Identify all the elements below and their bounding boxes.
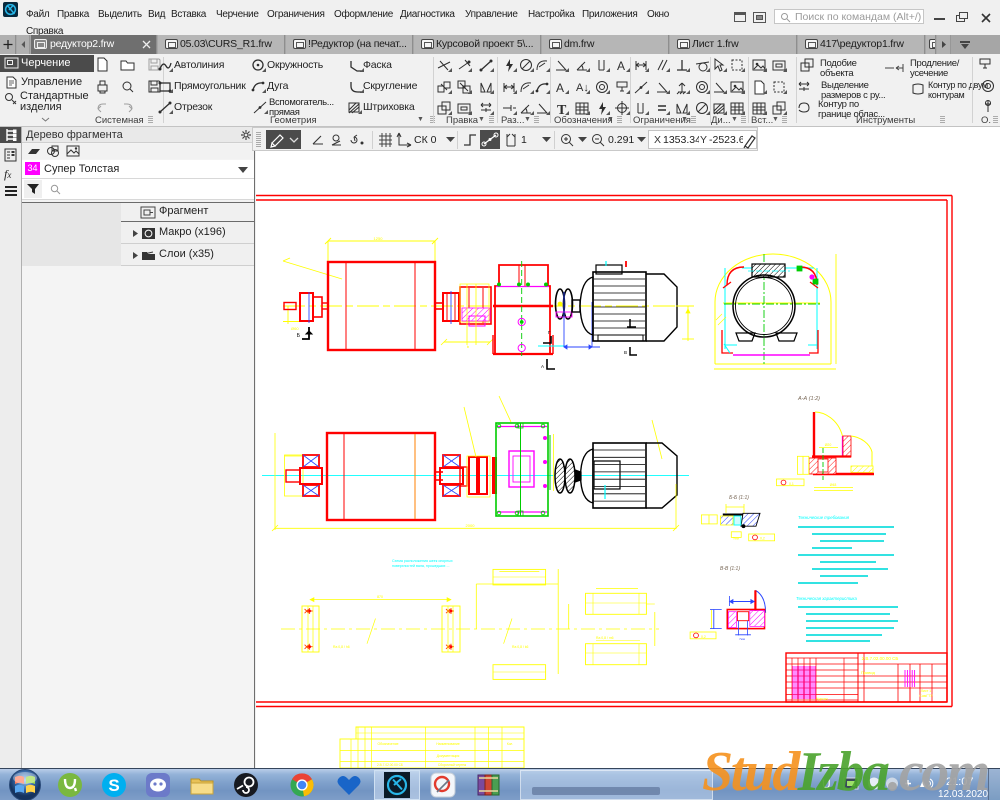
svg-text:Ra 0,8 / m6: Ra 0,8 / m6 bbox=[596, 636, 614, 640]
svg-text:0,2: 0,2 bbox=[760, 537, 765, 541]
svg-text:Документация: Документация bbox=[437, 754, 460, 758]
svg-text:Кол.: Кол. bbox=[507, 742, 513, 746]
svg-text:Наименование: Наименование bbox=[436, 742, 460, 746]
svg-text:Ra 0,8 / k6: Ra 0,8 / k6 bbox=[512, 645, 529, 649]
svg-text:870: 870 bbox=[377, 595, 383, 599]
svg-text:А: А bbox=[617, 59, 625, 73]
svg-text:0,1: 0,1 bbox=[789, 482, 794, 486]
svg-text:В: В bbox=[624, 350, 627, 355]
svg-text:Ø60: Ø60 bbox=[291, 326, 299, 331]
svg-text:7мм: 7мм bbox=[733, 537, 739, 541]
svg-text:А↓: А↓ bbox=[576, 82, 589, 94]
svg-text:b: b bbox=[467, 344, 470, 349]
svg-text:Курсач: Курсач bbox=[816, 697, 827, 701]
svg-text:А: А bbox=[556, 81, 564, 95]
svg-text:2000: 2000 bbox=[466, 523, 476, 528]
svg-text:поверхностей вала, прошедших .: поверхностей вала, прошедших ... bbox=[392, 564, 449, 568]
svg-text:А-А (1:2): А-А (1:2) bbox=[797, 396, 820, 402]
svg-text:Сборочный чертеж: Сборочный чертеж bbox=[438, 763, 467, 767]
svg-text:0,2: 0,2 bbox=[701, 635, 706, 639]
svg-text:Схема расположения шеек опорны: Схема расположения шеек опорных bbox=[392, 559, 453, 563]
svg-text:2.В.7.02.00.00 СБ: 2.В.7.02.00.00 СБ bbox=[862, 656, 899, 661]
svg-text:Ø20: Ø20 bbox=[825, 443, 832, 447]
svg-text:1250: 1250 bbox=[374, 236, 384, 241]
svg-text:7мм: 7мм bbox=[739, 637, 745, 641]
svg-text:Б-Б (1:1): Б-Б (1:1) bbox=[729, 495, 749, 501]
svg-text:2.В.7.02.00.00 СБ: 2.В.7.02.00.00 СБ bbox=[377, 763, 403, 767]
svg-text:В-В (1:1): В-В (1:1) bbox=[720, 566, 740, 572]
svg-text:S: S bbox=[108, 776, 119, 795]
svg-text:Технические требования: Технические требования bbox=[798, 515, 850, 520]
svg-text:Техническая характеристика: Техническая характеристика bbox=[796, 596, 857, 601]
svg-text:А: А bbox=[541, 364, 544, 369]
svg-text:Обозначение: Обозначение bbox=[378, 742, 399, 746]
svg-text:Привод: Привод bbox=[861, 670, 876, 675]
svg-text:СамГТУ: СамГТУ bbox=[919, 694, 933, 698]
svg-text:Лист 1: Лист 1 bbox=[921, 689, 932, 693]
svg-text:Ø48: Ø48 bbox=[830, 483, 837, 487]
svg-text:Ra 0,8 / h6: Ra 0,8 / h6 bbox=[333, 645, 350, 649]
svg-text:Б: Б bbox=[297, 333, 301, 339]
